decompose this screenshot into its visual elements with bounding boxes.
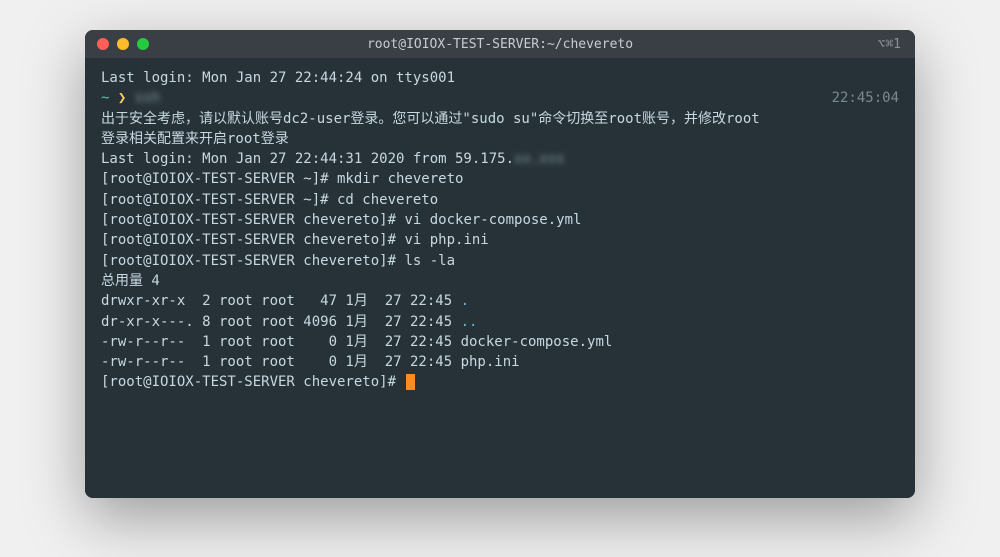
prompt-host: [root@IOIOX-TEST-SERVER ~]# bbox=[101, 192, 329, 208]
command-text: cd chevereto bbox=[329, 192, 439, 208]
file-name: php.ini bbox=[461, 354, 520, 370]
file-perms: -rw-r--r-- 1 root root 0 1月 27 22:45 bbox=[101, 354, 461, 370]
command-line: [root@IOIOX-TEST-SERVER chevereto]# ls -… bbox=[101, 251, 899, 271]
prompt-host: [root@IOIOX-TEST-SERVER ~]# bbox=[101, 171, 329, 187]
last-login-line2: Last login: Mon Jan 27 22:44:31 2020 fro… bbox=[101, 149, 899, 169]
title-bar[interactable]: root@IOIOX-TEST-SERVER:~/chevereto ⌥⌘1 bbox=[85, 30, 915, 58]
shortcut-hint: ⌥⌘1 bbox=[878, 37, 901, 52]
last-login-line: Last login: Mon Jan 27 22:44:24 on ttys0… bbox=[101, 68, 899, 88]
ls-row: dr-xr-x---. 8 root root 4096 1月 27 22:45… bbox=[101, 312, 899, 332]
prompt-arrow-icon: ❯ bbox=[118, 90, 126, 106]
prompt-tilde: ~ bbox=[101, 90, 109, 106]
prompt-host: [root@IOIOX-TEST-SERVER chevereto]# bbox=[101, 253, 396, 269]
ls-row: drwxr-xr-x 2 root root 47 1月 27 22:45 . bbox=[101, 291, 899, 311]
command-text: vi docker-compose.yml bbox=[396, 212, 581, 228]
timestamp: 22:45:04 bbox=[832, 88, 899, 108]
prompt-host: [root@IOIOX-TEST-SERVER chevereto]# bbox=[101, 212, 396, 228]
minimize-icon[interactable] bbox=[117, 38, 129, 50]
file-perms: dr-xr-x---. 8 root root 4096 1月 27 22:45 bbox=[101, 314, 461, 330]
file-perms: drwxr-xr-x 2 root root 47 1月 27 22:45 bbox=[101, 293, 461, 309]
terminal-window: root@IOIOX-TEST-SERVER:~/chevereto ⌥⌘1 L… bbox=[85, 30, 915, 498]
command-text: ls -la bbox=[396, 253, 455, 269]
command-text: mkdir chevereto bbox=[329, 171, 464, 187]
close-icon[interactable] bbox=[97, 38, 109, 50]
blurred-ip: xx.xxx bbox=[514, 151, 565, 167]
maximize-icon[interactable] bbox=[137, 38, 149, 50]
command-line: [root@IOIOX-TEST-SERVER chevereto]# vi d… bbox=[101, 210, 899, 230]
security-notice-line1: 出于安全考虑，请以默认账号dc2-user登录。您可以通过"sudo su"命令… bbox=[101, 109, 899, 129]
file-name: .. bbox=[461, 314, 478, 330]
file-name: docker-compose.yml bbox=[461, 334, 613, 350]
final-prompt-line[interactable]: [root@IOIOX-TEST-SERVER chevereto]# bbox=[101, 372, 899, 392]
command-line: [root@IOIOX-TEST-SERVER ~]# mkdir chever… bbox=[101, 169, 899, 189]
blurred-command: ssh bbox=[135, 90, 177, 106]
ls-row: -rw-r--r-- 1 root root 0 1月 27 22:45 doc… bbox=[101, 332, 899, 352]
file-perms: -rw-r--r-- 1 root root 0 1月 27 22:45 bbox=[101, 334, 461, 350]
file-name: . bbox=[461, 293, 469, 309]
prompt-host: [root@IOIOX-TEST-SERVER chevereto]# bbox=[101, 232, 396, 248]
ls-row: -rw-r--r-- 1 root root 0 1月 27 22:45 php… bbox=[101, 352, 899, 372]
ls-total: 总用量 4 bbox=[101, 271, 899, 291]
terminal-body[interactable]: Last login: Mon Jan 27 22:44:24 on ttys0… bbox=[85, 58, 915, 498]
command-line: [root@IOIOX-TEST-SERVER chevereto]# vi p… bbox=[101, 230, 899, 250]
prompt-line: ~ ❯ ssh 22:45:04 bbox=[101, 88, 899, 108]
window-title: root@IOIOX-TEST-SERVER:~/chevereto bbox=[367, 37, 633, 52]
prompt-text: [root@IOIOX-TEST-SERVER chevereto]# bbox=[101, 374, 404, 390]
traffic-lights bbox=[97, 38, 149, 50]
command-text: vi php.ini bbox=[396, 232, 489, 248]
security-notice-line2: 登录相关配置来开启root登录 bbox=[101, 129, 899, 149]
command-line: [root@IOIOX-TEST-SERVER ~]# cd chevereto bbox=[101, 190, 899, 210]
cursor-icon bbox=[406, 374, 415, 390]
